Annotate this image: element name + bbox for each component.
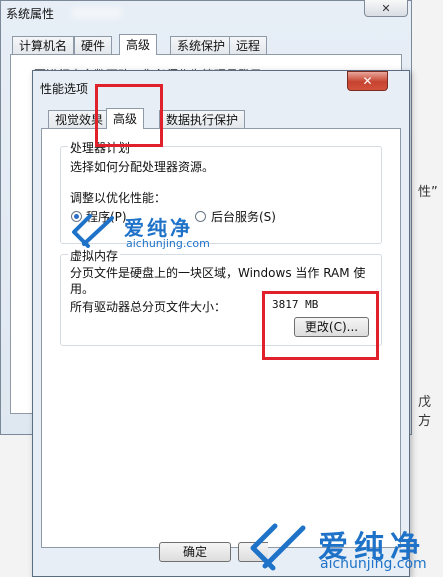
ok-button[interactable]: 确定	[159, 542, 231, 562]
outer-close-button[interactable]: ✕	[364, 0, 408, 17]
virtual-memory-heading: 虚拟内存	[68, 247, 121, 264]
tab-advanced[interactable]: 高级	[106, 108, 145, 129]
dialog-title: 性能选项	[40, 82, 89, 96]
tab-advanced-outer[interactable]: 高级	[119, 34, 158, 55]
close-icon: ✕	[362, 74, 373, 88]
highlight-change-button	[262, 291, 379, 360]
adjust-for-label: 调整以优化性能：	[70, 191, 167, 205]
processor-scheduling-description: 选择如何分配处理器资源。	[70, 160, 215, 174]
watermark-logo-icon-large	[247, 522, 309, 572]
watermark-url-large: aichunjing.com	[320, 556, 427, 572]
outer-title-blur	[72, 8, 122, 18]
background-services-radio-label[interactable]: 后台服务(S)	[211, 208, 276, 225]
background-services-radio[interactable]	[195, 211, 206, 222]
tab-remote[interactable]: 远程	[229, 36, 268, 54]
tab-data-execution-prevention[interactable]: 数据执行保护	[159, 110, 246, 128]
tab-computer-name[interactable]: 计算机名	[12, 36, 75, 54]
tab-hardware[interactable]: 硬件	[74, 36, 113, 54]
tab-system-protection[interactable]: 系统保护	[170, 36, 233, 54]
watermark-url: aichunjing.com	[126, 237, 210, 250]
close-icon: ✕	[381, 1, 391, 15]
clipped-background-text-2: 戊方	[418, 395, 432, 429]
total-paging-size-label: 所有驱动器总分页文件大小：	[70, 300, 227, 314]
dialog-close-button[interactable]: ✕	[347, 71, 388, 91]
outer-window-title: 系统属性	[6, 7, 55, 21]
watermark-logo-icon	[70, 214, 116, 248]
clipped-background-text: 性”	[418, 185, 438, 200]
